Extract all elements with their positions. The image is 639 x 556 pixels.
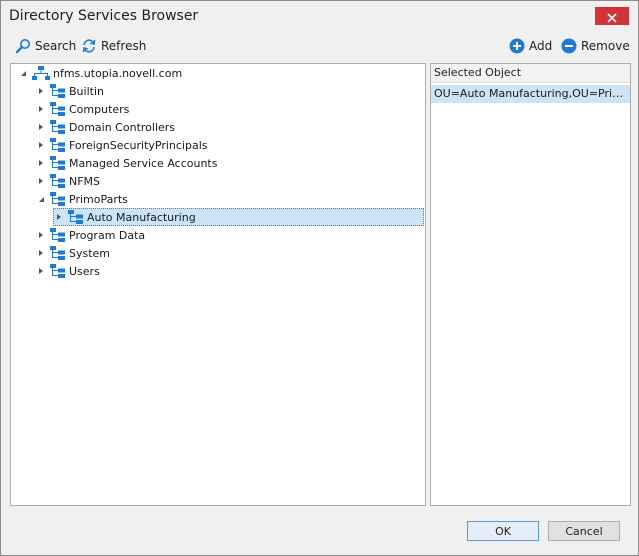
minus-circle-icon <box>561 38 577 54</box>
organizational-unit-icon <box>50 120 65 134</box>
domain-icon <box>32 66 50 80</box>
tree-item-domain-controllers[interactable]: Domain Controllers <box>35 118 175 136</box>
close-icon <box>607 13 617 23</box>
tree-item-label: PrimoParts <box>69 192 128 206</box>
tree-item-label: Auto Manufacturing <box>87 210 196 224</box>
selected-object-header: Selected Object <box>431 64 630 83</box>
tree-item-label: ForeignSecurityPrincipals <box>69 138 208 152</box>
tree-item-primoparts[interactable]: PrimoParts <box>35 190 128 208</box>
toolbar: Search Refresh Add Remove <box>1 35 638 57</box>
title-bar: Directory Services Browser <box>1 1 638 31</box>
tree-item-computers[interactable]: Computers <box>35 100 129 118</box>
refresh-icon <box>82 39 96 53</box>
selected-objects-panel: Selected Object OU=Auto Manufacturing,OU… <box>430 63 631 506</box>
expand-arrow-icon[interactable] <box>35 157 47 169</box>
collapse-arrow-icon[interactable] <box>35 193 47 205</box>
tree-item-managed-service-accounts[interactable]: Managed Service Accounts <box>35 154 217 172</box>
directory-tree[interactable]: nfms.utopia.novell.com Builtin Computers… <box>10 63 426 506</box>
window-title: Directory Services Browser <box>9 8 199 24</box>
tree-item-label: Users <box>69 264 100 278</box>
expand-arrow-icon[interactable] <box>35 85 47 97</box>
tree-item-label: NFMS <box>69 174 101 188</box>
organizational-unit-icon <box>50 84 65 98</box>
expand-arrow-icon[interactable] <box>35 229 47 241</box>
search-label: Search <box>35 39 77 53</box>
organizational-unit-icon <box>50 192 65 206</box>
tree-item-nfms[interactable]: NFMS <box>35 172 100 190</box>
tree-item-label: Program Data <box>69 228 146 242</box>
tree-item-system[interactable]: System <box>35 244 110 262</box>
tree-item-label: System <box>69 246 111 260</box>
tree-item-label: Computers <box>69 102 130 116</box>
close-button[interactable] <box>595 7 629 25</box>
remove-label: Remove <box>581 39 630 53</box>
organizational-unit-icon <box>50 228 65 242</box>
organizational-unit-icon <box>50 264 65 278</box>
tree-item-label: Domain Controllers <box>69 120 176 134</box>
tree-item-label: Builtin <box>69 84 104 98</box>
tree-item-foreign-security-principals[interactable]: ForeignSecurityPrincipals <box>35 136 208 154</box>
organizational-unit-icon <box>68 210 83 224</box>
tree-item-builtin[interactable]: Builtin <box>35 82 104 100</box>
plus-circle-icon <box>509 38 525 54</box>
cancel-button[interactable]: Cancel <box>548 521 620 541</box>
refresh-label: Refresh <box>101 39 147 53</box>
selected-object-item[interactable]: OU=Auto Manufacturing,OU=PrimoP... <box>431 85 630 103</box>
tree-root[interactable]: nfms.utopia.novell.com <box>17 64 182 82</box>
organizational-unit-icon <box>50 156 65 170</box>
search-icon <box>15 39 30 54</box>
search-button[interactable]: Search <box>15 35 76 57</box>
refresh-button[interactable]: Refresh <box>81 35 146 57</box>
expand-arrow-icon[interactable] <box>35 139 47 151</box>
remove-button[interactable]: Remove <box>561 35 630 57</box>
expand-arrow-icon[interactable] <box>35 247 47 259</box>
organizational-unit-icon <box>50 246 65 260</box>
expand-arrow-icon[interactable] <box>53 211 65 223</box>
add-label: Add <box>529 39 553 53</box>
expand-arrow-icon[interactable] <box>35 121 47 133</box>
add-button[interactable]: Add <box>509 35 552 57</box>
tree-item-program-data[interactable]: Program Data <box>35 226 145 244</box>
dialog-window: Directory Services Browser Search Refres… <box>0 0 639 556</box>
organizational-unit-icon <box>50 174 65 188</box>
expand-arrow-icon[interactable] <box>35 265 47 277</box>
collapse-arrow-icon[interactable] <box>17 67 29 79</box>
ok-button[interactable]: OK <box>467 521 539 541</box>
organizational-unit-icon <box>50 102 65 116</box>
tree-item-users[interactable]: Users <box>35 262 100 280</box>
expand-arrow-icon[interactable] <box>35 103 47 115</box>
expand-arrow-icon[interactable] <box>35 175 47 187</box>
tree-item-auto-manufacturing[interactable]: Auto Manufacturing <box>53 208 424 226</box>
organizational-unit-icon <box>50 138 65 152</box>
tree-item-label: Managed Service Accounts <box>69 156 218 170</box>
tree-root-label: nfms.utopia.novell.com <box>53 66 183 80</box>
